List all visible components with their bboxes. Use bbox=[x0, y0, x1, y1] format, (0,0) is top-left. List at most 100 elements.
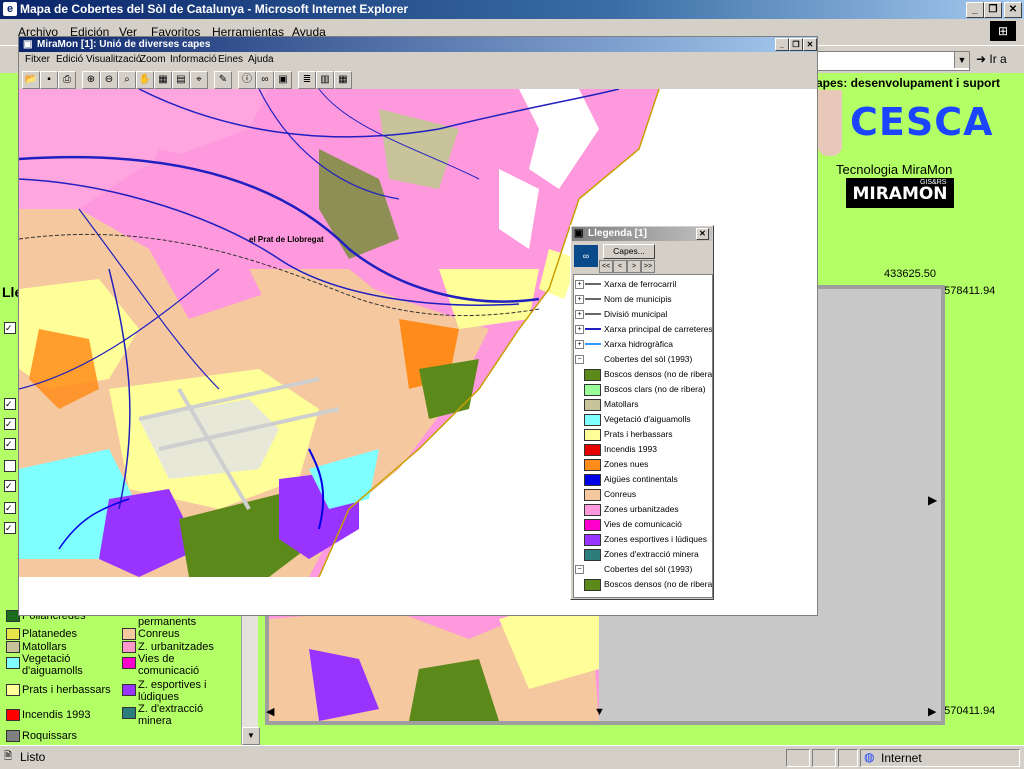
globe-icon: ◍ bbox=[864, 750, 875, 764]
legend-item-label: Xarxa de ferrocarril bbox=[604, 279, 677, 289]
mm-menu-eines[interactable]: Eines bbox=[218, 54, 243, 65]
info-icon[interactable]: ⓘ bbox=[238, 71, 256, 89]
legend-item[interactable]: Zones d'extracció minera bbox=[574, 548, 712, 562]
legend-item[interactable]: Vegetació d'aiguamolls bbox=[574, 413, 712, 427]
open-folder-icon[interactable]: 📂 bbox=[22, 71, 40, 89]
nav-last-button[interactable]: >> bbox=[641, 260, 655, 273]
legend-item[interactable]: + Xarxa hidrogràfica bbox=[574, 338, 712, 352]
status-segment bbox=[838, 749, 858, 767]
image-icon[interactable]: ▣ bbox=[274, 71, 292, 89]
legend-item[interactable]: Zones esportives i lúdiques bbox=[574, 533, 712, 547]
legend-item[interactable]: Aigües continentals bbox=[574, 473, 712, 487]
legend-item[interactable]: Zones urbanitzades bbox=[574, 503, 712, 517]
full-extent-icon[interactable]: ▦ bbox=[154, 71, 172, 89]
table-icon[interactable]: ▦ bbox=[334, 71, 352, 89]
legend-item[interactable]: Conreus bbox=[574, 488, 712, 502]
legend-item-label: Zones urbanitzades bbox=[604, 504, 679, 514]
collapse-icon[interactable]: − bbox=[575, 355, 584, 364]
layer-checkbox[interactable]: ✓ bbox=[4, 522, 16, 534]
layers-icon[interactable]: ≣ bbox=[298, 71, 316, 89]
pan-down-arrow-icon[interactable]: ▼ bbox=[594, 706, 605, 718]
layer-symbol-icon bbox=[585, 313, 601, 315]
query-icon[interactable]: ⌖ bbox=[190, 71, 208, 89]
mm-menu-informacio[interactable]: Informació bbox=[170, 54, 217, 65]
close-button[interactable]: ✕ bbox=[1004, 2, 1022, 18]
layer-checkbox[interactable]: ✓ bbox=[4, 418, 16, 430]
legend-item[interactable]: + Nom de municipis bbox=[574, 293, 712, 307]
pan-left-arrow-icon[interactable]: ◀ bbox=[266, 705, 274, 718]
llegenda-app-icon: ▣ bbox=[574, 228, 584, 239]
legend-label: Vies de comunicació bbox=[138, 653, 200, 677]
llegenda-window[interactable]: ▣ Llegenda [1] ✕ ∞ Capes... << < > >> + X… bbox=[570, 225, 714, 600]
legend-item[interactable]: Boscos densos (no de ribera) bbox=[574, 578, 712, 592]
expand-icon[interactable]: + bbox=[575, 340, 584, 349]
legend-swatch bbox=[122, 657, 136, 669]
expand-icon[interactable]: + bbox=[575, 295, 584, 304]
layer-symbol-icon bbox=[585, 298, 601, 300]
pan-hand-icon[interactable]: ✋ bbox=[136, 71, 154, 89]
legend-item[interactable]: − Cobertes del sòl (1993) bbox=[574, 563, 712, 577]
legend-item-label: Zones d'extracció minera bbox=[604, 549, 699, 559]
gisrs-label: GIS&RS bbox=[920, 179, 947, 186]
mm-menu-edicio[interactable]: Edició bbox=[56, 54, 83, 65]
layer-checkbox[interactable]: ✓ bbox=[4, 398, 16, 410]
nav-prev-button[interactable]: < bbox=[613, 260, 627, 273]
legend-icon[interactable]: ▥ bbox=[316, 71, 334, 89]
miramon-close-button[interactable]: ✕ bbox=[803, 38, 817, 51]
paint-brush-icon[interactable]: ✎ bbox=[214, 71, 232, 89]
save-icon[interactable]: ▪ bbox=[40, 71, 58, 89]
legend-swatch bbox=[584, 534, 601, 546]
previous-view-icon[interactable]: ▤ bbox=[172, 71, 190, 89]
pan-corner-arrow-icon[interactable]: ▶ bbox=[928, 705, 936, 718]
layer-checkbox[interactable]: ✓ bbox=[4, 322, 16, 334]
legend-swatch bbox=[6, 709, 20, 721]
capes-button[interactable]: Capes... bbox=[603, 244, 655, 259]
address-input[interactable] bbox=[800, 51, 970, 71]
legend-item[interactable]: − Cobertes del sòl (1993) bbox=[574, 353, 712, 367]
zoom-in-icon[interactable]: ⊕ bbox=[82, 71, 100, 89]
legend-item[interactable]: Boscos clars (no de ribera) bbox=[574, 383, 712, 397]
minimize-button[interactable]: _ bbox=[966, 2, 984, 18]
legend-item[interactable]: Zones nues bbox=[574, 458, 712, 472]
restore-button[interactable]: ❐ bbox=[984, 2, 1002, 18]
mm-menu-ajuda[interactable]: Ajuda bbox=[248, 54, 274, 65]
legend-item[interactable]: Prats i herbassars bbox=[574, 428, 712, 442]
llegenda-list[interactable]: + Xarxa de ferrocarril + Nom de municipis + D… bbox=[573, 274, 713, 598]
expand-icon[interactable]: + bbox=[575, 310, 584, 319]
layer-checkbox[interactable]: ✓ bbox=[4, 438, 16, 450]
expand-icon[interactable]: + bbox=[575, 280, 584, 289]
legend-item[interactable]: Incendis 1993 bbox=[574, 443, 712, 457]
legend-item[interactable]: Vies de comunicació bbox=[574, 518, 712, 532]
expand-icon[interactable]: + bbox=[575, 325, 584, 334]
address-dropdown-icon[interactable]: ▼ bbox=[954, 52, 969, 68]
binoculars-icon[interactable]: ∞ bbox=[256, 71, 274, 89]
layer-checkbox[interactable] bbox=[4, 460, 16, 472]
go-button[interactable]: ➜ Ir a bbox=[976, 52, 1007, 66]
miramon-restore-button[interactable]: ❐ bbox=[789, 38, 803, 51]
nav-next-button[interactable]: > bbox=[627, 260, 641, 273]
place-label: el Prat de Llobregat bbox=[249, 235, 324, 244]
legend-item-label: Vegetació d'aiguamolls bbox=[604, 414, 691, 424]
legend-item[interactable]: Boscos densos (no de ribera) bbox=[574, 368, 712, 382]
print-icon[interactable]: ⎙ bbox=[58, 71, 76, 89]
collapse-icon[interactable]: − bbox=[575, 565, 584, 574]
legend-item-label: Boscos densos (no de ribera) bbox=[604, 579, 713, 589]
page-scrollbar[interactable]: ▼ bbox=[241, 600, 260, 745]
mm-menu-visualitzacio[interactable]: Visualització bbox=[86, 54, 141, 65]
mm-menu-fitxer[interactable]: Fitxer bbox=[25, 54, 50, 65]
legend-item[interactable]: + Divisió municipal bbox=[574, 308, 712, 322]
legend-item[interactable]: Matollars bbox=[574, 398, 712, 412]
zoom-out-icon[interactable]: ⊖ bbox=[100, 71, 118, 89]
pan-right-arrow-icon[interactable]: ▶ bbox=[928, 493, 937, 507]
llegenda-close-button[interactable]: ✕ bbox=[696, 228, 709, 240]
legend-item[interactable]: + Xarxa principal de carreteres bbox=[574, 323, 712, 337]
scroll-down-icon[interactable]: ▼ bbox=[242, 727, 260, 745]
mm-menu-zoom[interactable]: Zoom bbox=[140, 54, 166, 65]
layer-checkbox[interactable]: ✓ bbox=[4, 502, 16, 514]
miramon-minimize-button[interactable]: _ bbox=[775, 38, 789, 51]
nav-first-button[interactable]: << bbox=[599, 260, 613, 273]
cesca-logo[interactable]: CESCA bbox=[850, 100, 994, 144]
layer-checkbox[interactable]: ✓ bbox=[4, 480, 16, 492]
legend-item[interactable]: + Xarxa de ferrocarril bbox=[574, 278, 712, 292]
zoom-window-icon[interactable]: ⌕ bbox=[118, 71, 136, 89]
